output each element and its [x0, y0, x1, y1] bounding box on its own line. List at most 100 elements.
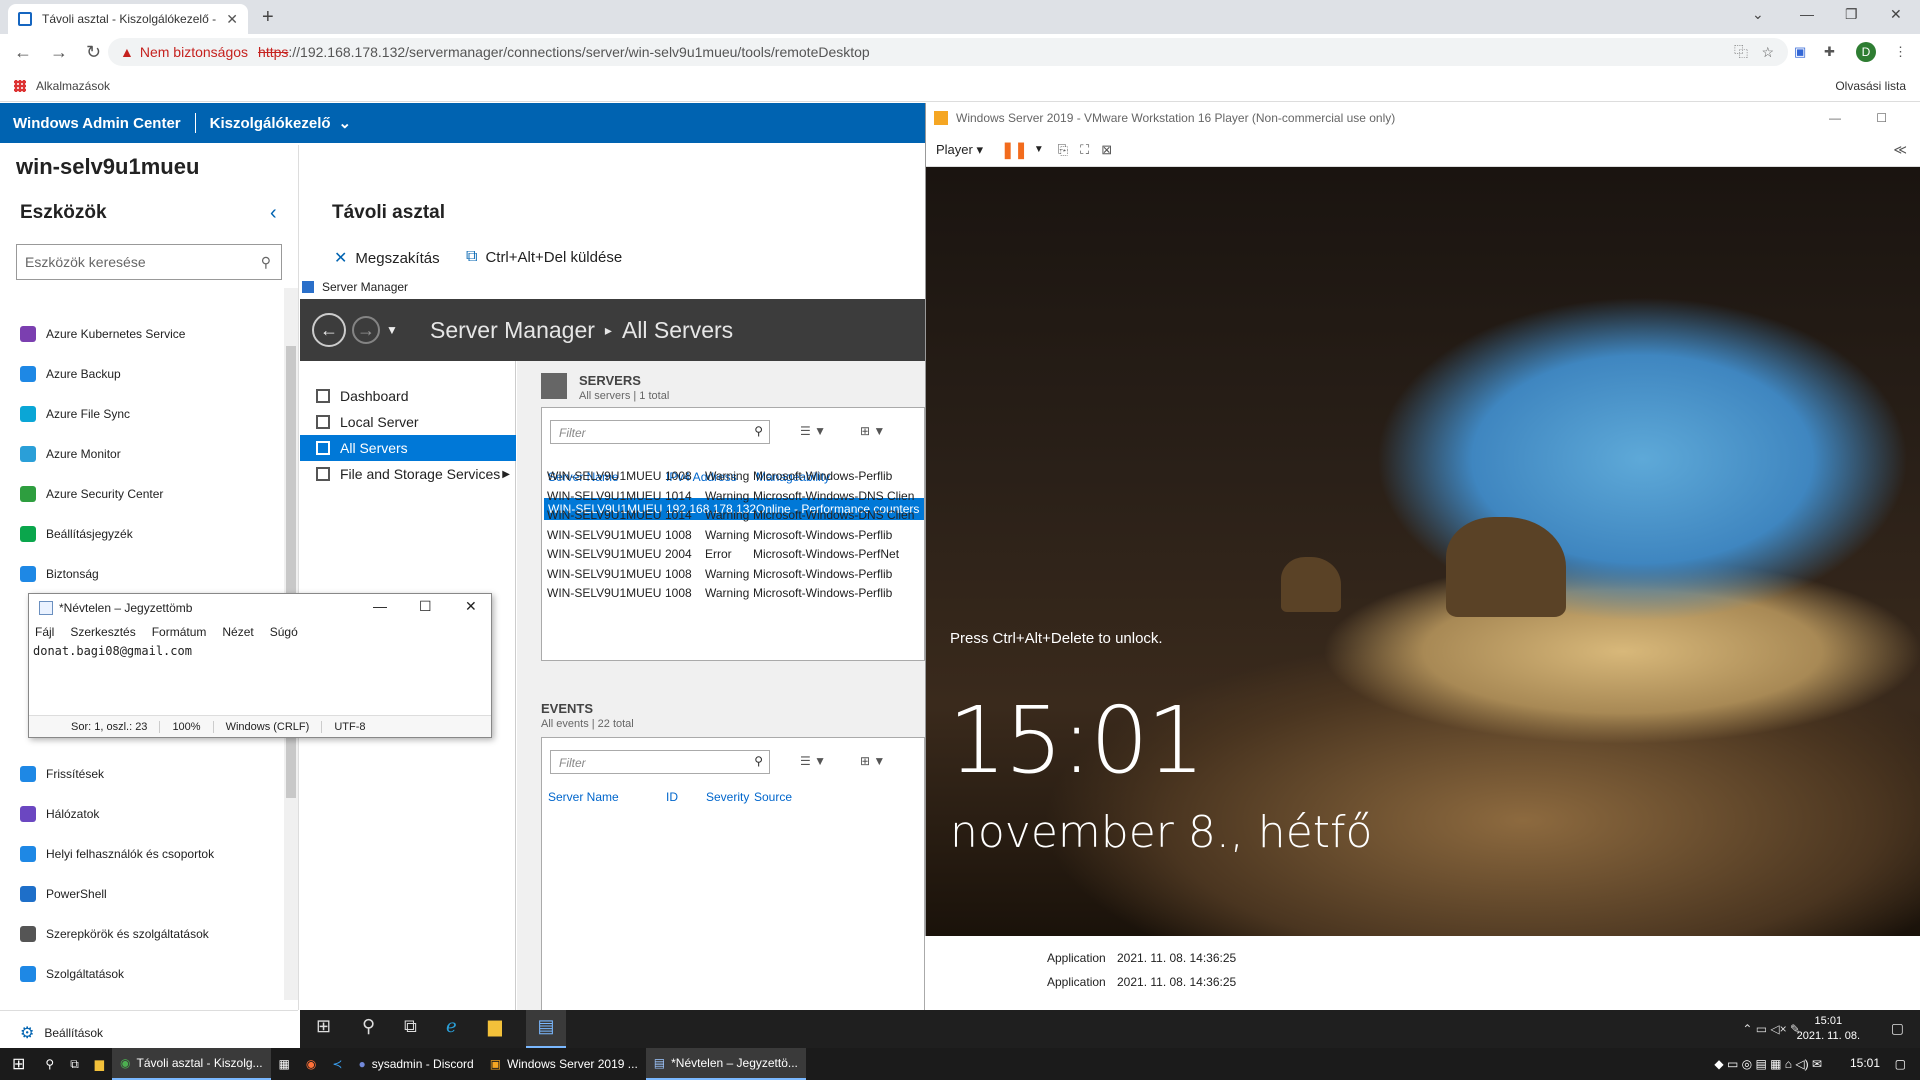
maximize-button[interactable]: ☐: [419, 598, 432, 615]
search-icon[interactable]: ⚲: [362, 1016, 375, 1037]
task-view-icon[interactable]: ⧉: [62, 1048, 87, 1080]
puzzle-icon[interactable]: ✚: [1824, 44, 1835, 60]
vm-lock-screen[interactable]: Press Ctrl+Alt+Delete to unlock. 15:01 n…: [926, 167, 1920, 936]
tool-item[interactable]: Azure Kubernetes Service: [20, 326, 185, 342]
server-manager-taskbar-icon[interactable]: ▤: [526, 1010, 566, 1048]
tray-icons[interactable]: ◆ ▭ ◎ ▤ ▦ ⌂ ◁) ✉: [1706, 1048, 1830, 1080]
notepad-text-area[interactable]: donat.bagi08@gmail.com: [33, 644, 192, 658]
player-menu[interactable]: Player ▾: [936, 142, 983, 158]
close-button[interactable]: ✕: [465, 598, 477, 615]
notification-icon[interactable]: ▢: [1891, 1020, 1904, 1037]
tool-item[interactable]: Frissítések: [20, 766, 104, 782]
tool-item[interactable]: Beállításjegyzék: [20, 526, 133, 542]
tab-close-icon[interactable]: ✕: [226, 11, 238, 28]
crumb-server-manager[interactable]: Server Manager: [430, 317, 595, 343]
minimize-button[interactable]: —: [1800, 6, 1814, 22]
save-query-icon[interactable]: ⊞ ▼: [860, 424, 885, 438]
forward-icon[interactable]: →: [352, 316, 380, 344]
notification-icon[interactable]: ▢: [1887, 1048, 1914, 1080]
search-icon[interactable]: ⚲: [754, 754, 763, 768]
col-server-name[interactable]: Server Name: [548, 790, 619, 804]
tools-search-input[interactable]: Eszközök keresése ⚲: [16, 244, 282, 280]
forward-icon[interactable]: →: [50, 42, 72, 63]
col-severity[interactable]: Severity: [706, 790, 749, 804]
tool-item[interactable]: Szerepkörök és szolgáltatások: [20, 926, 209, 942]
pause-icon[interactable]: ❚❚: [1001, 140, 1028, 160]
star-icon[interactable]: ☆: [1761, 44, 1774, 61]
menu-format[interactable]: Formátum: [152, 625, 207, 639]
tool-item[interactable]: Hálózatok: [20, 806, 99, 822]
minimize-button[interactable]: —: [373, 598, 387, 614]
chevron-down-icon[interactable]: ⌄: [339, 114, 352, 132]
col-id[interactable]: ID: [666, 790, 678, 804]
tool-item[interactable]: Azure Monitor: [20, 446, 121, 462]
save-query-icon[interactable]: ⊞ ▼: [860, 754, 885, 768]
taskbar-vmware-item[interactable]: ▣ Windows Server 2019 ...: [482, 1048, 646, 1080]
explorer-icon[interactable]: ▆: [488, 1016, 502, 1037]
translate-icon[interactable]: ⿻: [1734, 42, 1748, 62]
taskbar-notepad-item[interactable]: ▤ *Névtelen – Jegyzettö...: [645, 1048, 806, 1080]
tool-item[interactable]: Biztonság: [20, 566, 99, 582]
tool-item[interactable]: Szolgáltatások: [20, 966, 124, 982]
taskbar-discord-item[interactable]: ● sysadmin - Discord: [350, 1048, 481, 1080]
dropdown-icon[interactable]: ▼: [386, 323, 398, 337]
profile-menu-icon[interactable]: ⌄: [1752, 6, 1764, 23]
minimize-button[interactable]: —: [1829, 111, 1841, 125]
list-options-icon[interactable]: ☰ ▼: [800, 424, 826, 438]
servers-filter-input[interactable]: Filter ⚲: [550, 420, 770, 444]
task-view-icon[interactable]: ⧉: [404, 1016, 417, 1037]
col-source[interactable]: Source: [754, 790, 792, 804]
expand-icon[interactable]: ▶: [502, 469, 510, 480]
apps-bookmark[interactable]: Alkalmazások: [14, 79, 110, 93]
tool-item[interactable]: Azure File Sync: [20, 406, 130, 422]
extension-icon[interactable]: ▣: [1794, 44, 1806, 60]
search-icon[interactable]: ⚲: [261, 254, 271, 271]
fullscreen-icon[interactable]: ⛶: [1080, 142, 1089, 158]
start-icon[interactable]: ⊞: [0, 1048, 37, 1080]
reload-icon[interactable]: ↻: [86, 42, 108, 63]
tool-item[interactable]: Azure Security Center: [20, 486, 163, 502]
start-icon[interactable]: ⊞: [316, 1016, 331, 1037]
collapse-chevron-icon[interactable]: ‹: [270, 202, 277, 225]
calculator-icon[interactable]: ▦: [271, 1048, 298, 1080]
disconnect-button[interactable]: ✕ Megszakítás: [334, 248, 440, 268]
firefox-icon[interactable]: ◉: [298, 1048, 324, 1080]
sm-nav-local-server[interactable]: Local Server: [300, 409, 516, 435]
url-input[interactable]: ▲ Nem biztonságos https ://192.168.178.1…: [108, 38, 1788, 66]
vscode-icon[interactable]: ≺: [324, 1048, 350, 1080]
edge-icon[interactable]: ℯ: [446, 1016, 457, 1037]
vmware-titlebar[interactable]: Windows Server 2019 - VMware Workstation…: [926, 103, 1920, 133]
wac-section[interactable]: Kiszolgálókezelő: [210, 115, 331, 132]
unity-icon[interactable]: ⊠: [1101, 142, 1112, 158]
profile-avatar[interactable]: D: [1856, 42, 1876, 62]
menu-icon[interactable]: ⋮: [1894, 44, 1907, 60]
not-secure-label[interactable]: Nem biztonságos: [140, 44, 248, 60]
back-icon[interactable]: ←: [14, 42, 36, 63]
browser-tab[interactable]: Távoli asztal - Kiszolgálókezelő - ✕: [8, 4, 248, 34]
new-tab-button[interactable]: +: [262, 6, 274, 29]
menu-view[interactable]: Nézet: [222, 625, 253, 639]
ctrl-alt-del-icon[interactable]: ⎘: [1058, 142, 1068, 158]
menu-edit[interactable]: Szerkesztés: [70, 625, 135, 639]
sm-nav-dashboard[interactable]: Dashboard: [300, 383, 516, 409]
search-icon[interactable]: ⚲: [37, 1048, 62, 1080]
maximize-button[interactable]: ☐: [1876, 111, 1887, 125]
menu-help[interactable]: Súgó: [270, 625, 298, 639]
events-filter-input[interactable]: Filter ⚲: [550, 750, 770, 774]
tool-item[interactable]: Azure Backup: [20, 366, 121, 382]
list-options-icon[interactable]: ☰ ▼: [800, 754, 826, 768]
collapse-toolbar-icon[interactable]: ≪: [1893, 142, 1907, 158]
reading-list[interactable]: Olvasási lista: [1835, 79, 1906, 93]
tool-item[interactable]: Helyi felhasználók és csoportok: [20, 846, 214, 862]
wac-brand[interactable]: Windows Admin Center: [13, 115, 181, 132]
back-icon[interactable]: ←: [312, 313, 346, 347]
dropdown-icon[interactable]: ▼: [1034, 144, 1044, 155]
menu-file[interactable]: Fájl: [35, 625, 54, 639]
close-button[interactable]: ✕: [1890, 6, 1902, 23]
host-clock[interactable]: 15:01: [1850, 1056, 1880, 1070]
restore-button[interactable]: ❐: [1845, 6, 1858, 23]
sm-nav-all-servers[interactable]: All Servers: [300, 435, 516, 461]
tool-item[interactable]: PowerShell: [20, 886, 107, 902]
sm-nav-file-storage[interactable]: File and Storage Services ▶: [300, 461, 516, 487]
search-icon[interactable]: ⚲: [754, 424, 763, 438]
